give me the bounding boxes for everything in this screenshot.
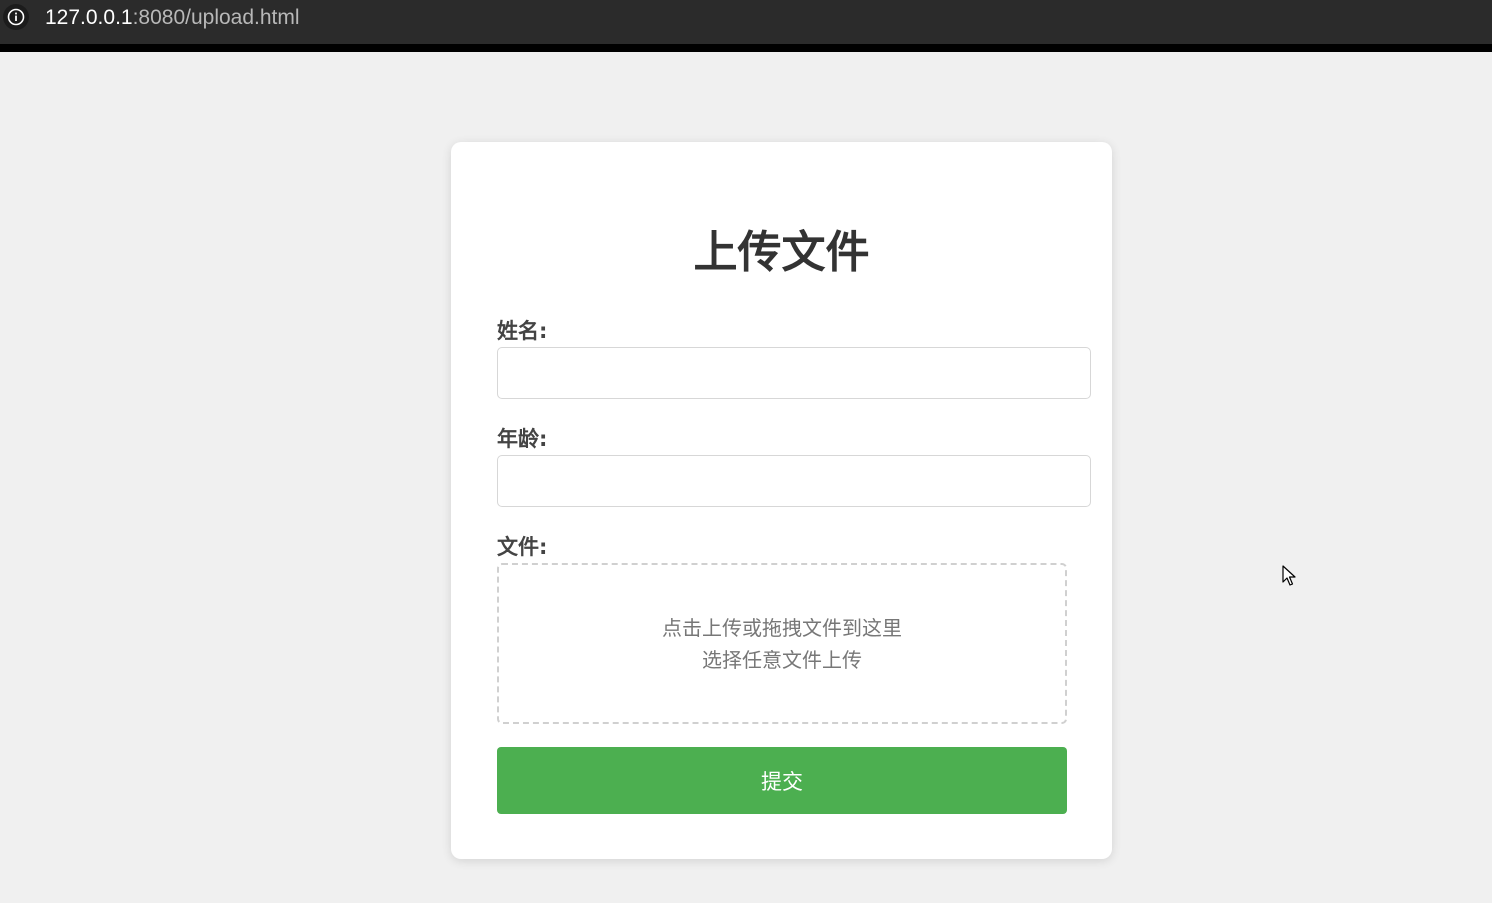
dropzone-hint-primary: 点击上传或拖拽文件到这里 <box>662 615 902 640</box>
url-field[interactable]: 127.0.0.1:8080/upload.html <box>45 5 300 31</box>
file-label: 文件: <box>497 535 548 559</box>
submit-button[interactable]: 提交 <box>497 747 1067 814</box>
name-input[interactable] <box>497 347 1091 399</box>
url-path: :8080/upload.html <box>132 6 300 29</box>
file-dropzone[interactable]: 点击上传或拖拽文件到这里 选择任意文件上传 <box>497 563 1067 724</box>
url-host: 127.0.0.1 <box>45 6 133 29</box>
age-input[interactable] <box>497 455 1091 507</box>
age-label: 年龄: <box>497 427 548 451</box>
browser-address-bar: 127.0.0.1:8080/upload.html <box>0 0 1492 52</box>
name-label: 姓名: <box>497 319 548 343</box>
info-icon[interactable] <box>3 4 29 30</box>
dropzone-hint-secondary: 选择任意文件上传 <box>702 647 862 672</box>
page-title: 上传文件 <box>693 227 870 278</box>
mouse-cursor-icon <box>1282 565 1296 591</box>
